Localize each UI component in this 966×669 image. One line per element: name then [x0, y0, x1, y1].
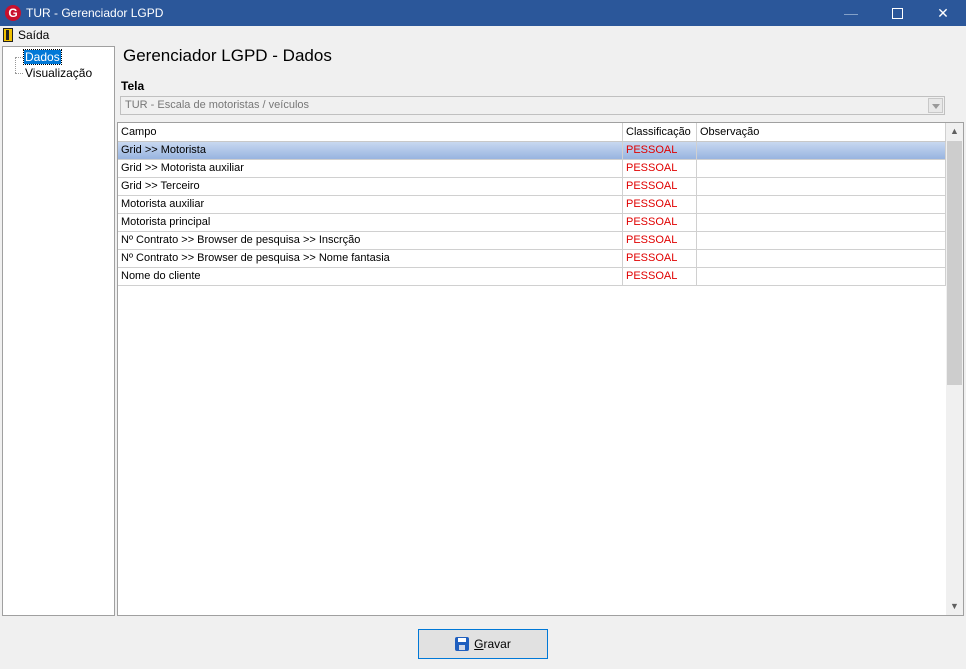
save-button[interactable]: Gravar	[418, 629, 548, 659]
cell-observacao[interactable]	[697, 214, 946, 231]
cell-classificacao[interactable]: PESSOAL	[623, 268, 697, 285]
save-button-content: Gravar	[455, 637, 511, 651]
cell-classificacao[interactable]: PESSOAL	[623, 160, 697, 177]
tela-select-value: TUR - Escala de motoristas / veículos	[125, 99, 310, 111]
table-row[interactable]: Grid >> Terceiro PESSOAL	[118, 178, 946, 196]
cell-observacao[interactable]	[697, 196, 946, 213]
cell-observacao[interactable]	[697, 142, 946, 159]
close-icon: ✕	[937, 5, 949, 21]
cell-observacao[interactable]	[697, 268, 946, 285]
table-row[interactable]: Nº Contrato >> Browser de pesquisa >> No…	[118, 250, 946, 268]
tree-connector	[15, 57, 16, 73]
navigation-tree: Dados Visualização	[2, 46, 115, 616]
table-row[interactable]: Grid >> Motorista PESSOAL	[118, 142, 946, 160]
menu-exit[interactable]: Saída	[3, 27, 49, 43]
tree-connector	[15, 57, 23, 58]
cell-campo: Grid >> Terceiro	[118, 178, 623, 195]
column-header-campo[interactable]: Campo	[118, 123, 623, 141]
scroll-up-icon[interactable]: ▲	[946, 123, 963, 140]
tree-connector	[15, 73, 23, 74]
cell-observacao[interactable]	[697, 232, 946, 249]
tela-label: Tela	[121, 79, 145, 93]
floppy-disk-icon	[455, 637, 470, 651]
tree-item-visualizacao[interactable]: Visualização	[24, 66, 93, 80]
save-button-label: Gravar	[474, 637, 511, 651]
minimize-button[interactable]: —	[828, 0, 874, 26]
column-header-observacao[interactable]: Observação	[697, 123, 946, 141]
cell-classificacao[interactable]: PESSOAL	[623, 250, 697, 267]
cell-campo: Motorista principal	[118, 214, 623, 231]
maximize-button[interactable]	[874, 0, 920, 26]
cell-observacao[interactable]	[697, 160, 946, 177]
grid-header: Campo Classificação Observação	[118, 123, 946, 142]
title-bar: G TUR - Gerenciador LGPD — ✕	[0, 0, 966, 26]
cell-campo: Motorista auxiliar	[118, 196, 623, 213]
tela-select[interactable]: TUR - Escala de motoristas / veículos	[120, 96, 945, 115]
app-logo-icon: G	[5, 5, 21, 21]
cell-classificacao[interactable]: PESSOAL	[623, 178, 697, 195]
cell-observacao[interactable]	[697, 250, 946, 267]
chevron-down-icon[interactable]	[928, 98, 943, 113]
cell-campo: Nº Contrato >> Browser de pesquisa >> No…	[118, 250, 623, 267]
cell-observacao[interactable]	[697, 178, 946, 195]
close-button[interactable]: ✕	[920, 0, 966, 26]
column-header-classificacao[interactable]: Classificação	[623, 123, 697, 141]
menu-bar: Saída	[0, 26, 966, 44]
table-row[interactable]: Grid >> Motorista auxiliar PESSOAL	[118, 160, 946, 178]
window-title: TUR - Gerenciador LGPD	[26, 6, 164, 20]
maximize-icon	[891, 7, 903, 19]
page-title: Gerenciador LGPD - Dados	[123, 46, 332, 65]
vertical-scrollbar[interactable]: ▲ ▼	[946, 123, 963, 615]
table-row[interactable]: Nome do cliente PESSOAL	[118, 268, 946, 286]
cell-classificacao[interactable]: PESSOAL	[623, 214, 697, 231]
cell-campo: Grid >> Motorista auxiliar	[118, 160, 623, 177]
table-row[interactable]: Motorista auxiliar PESSOAL	[118, 196, 946, 214]
cell-campo: Nº Contrato >> Browser de pesquisa >> In…	[118, 232, 623, 249]
table-row[interactable]: Nº Contrato >> Browser de pesquisa >> In…	[118, 232, 946, 250]
cell-classificacao[interactable]: PESSOAL	[623, 232, 697, 249]
cell-campo: Grid >> Motorista	[118, 142, 623, 159]
cell-campo: Nome do cliente	[118, 268, 623, 285]
menu-exit-label: Saída	[18, 28, 50, 42]
table-row[interactable]: Motorista principal PESSOAL	[118, 214, 946, 232]
scrollbar-thumb[interactable]	[947, 141, 962, 385]
cell-classificacao[interactable]: PESSOAL	[623, 142, 697, 159]
door-exit-icon	[3, 28, 13, 42]
tree-item-dados[interactable]: Dados	[23, 49, 62, 65]
cell-classificacao[interactable]: PESSOAL	[623, 196, 697, 213]
scroll-down-icon[interactable]: ▼	[946, 598, 963, 615]
data-grid: Campo Classificação Observação Grid >> M…	[117, 122, 964, 616]
